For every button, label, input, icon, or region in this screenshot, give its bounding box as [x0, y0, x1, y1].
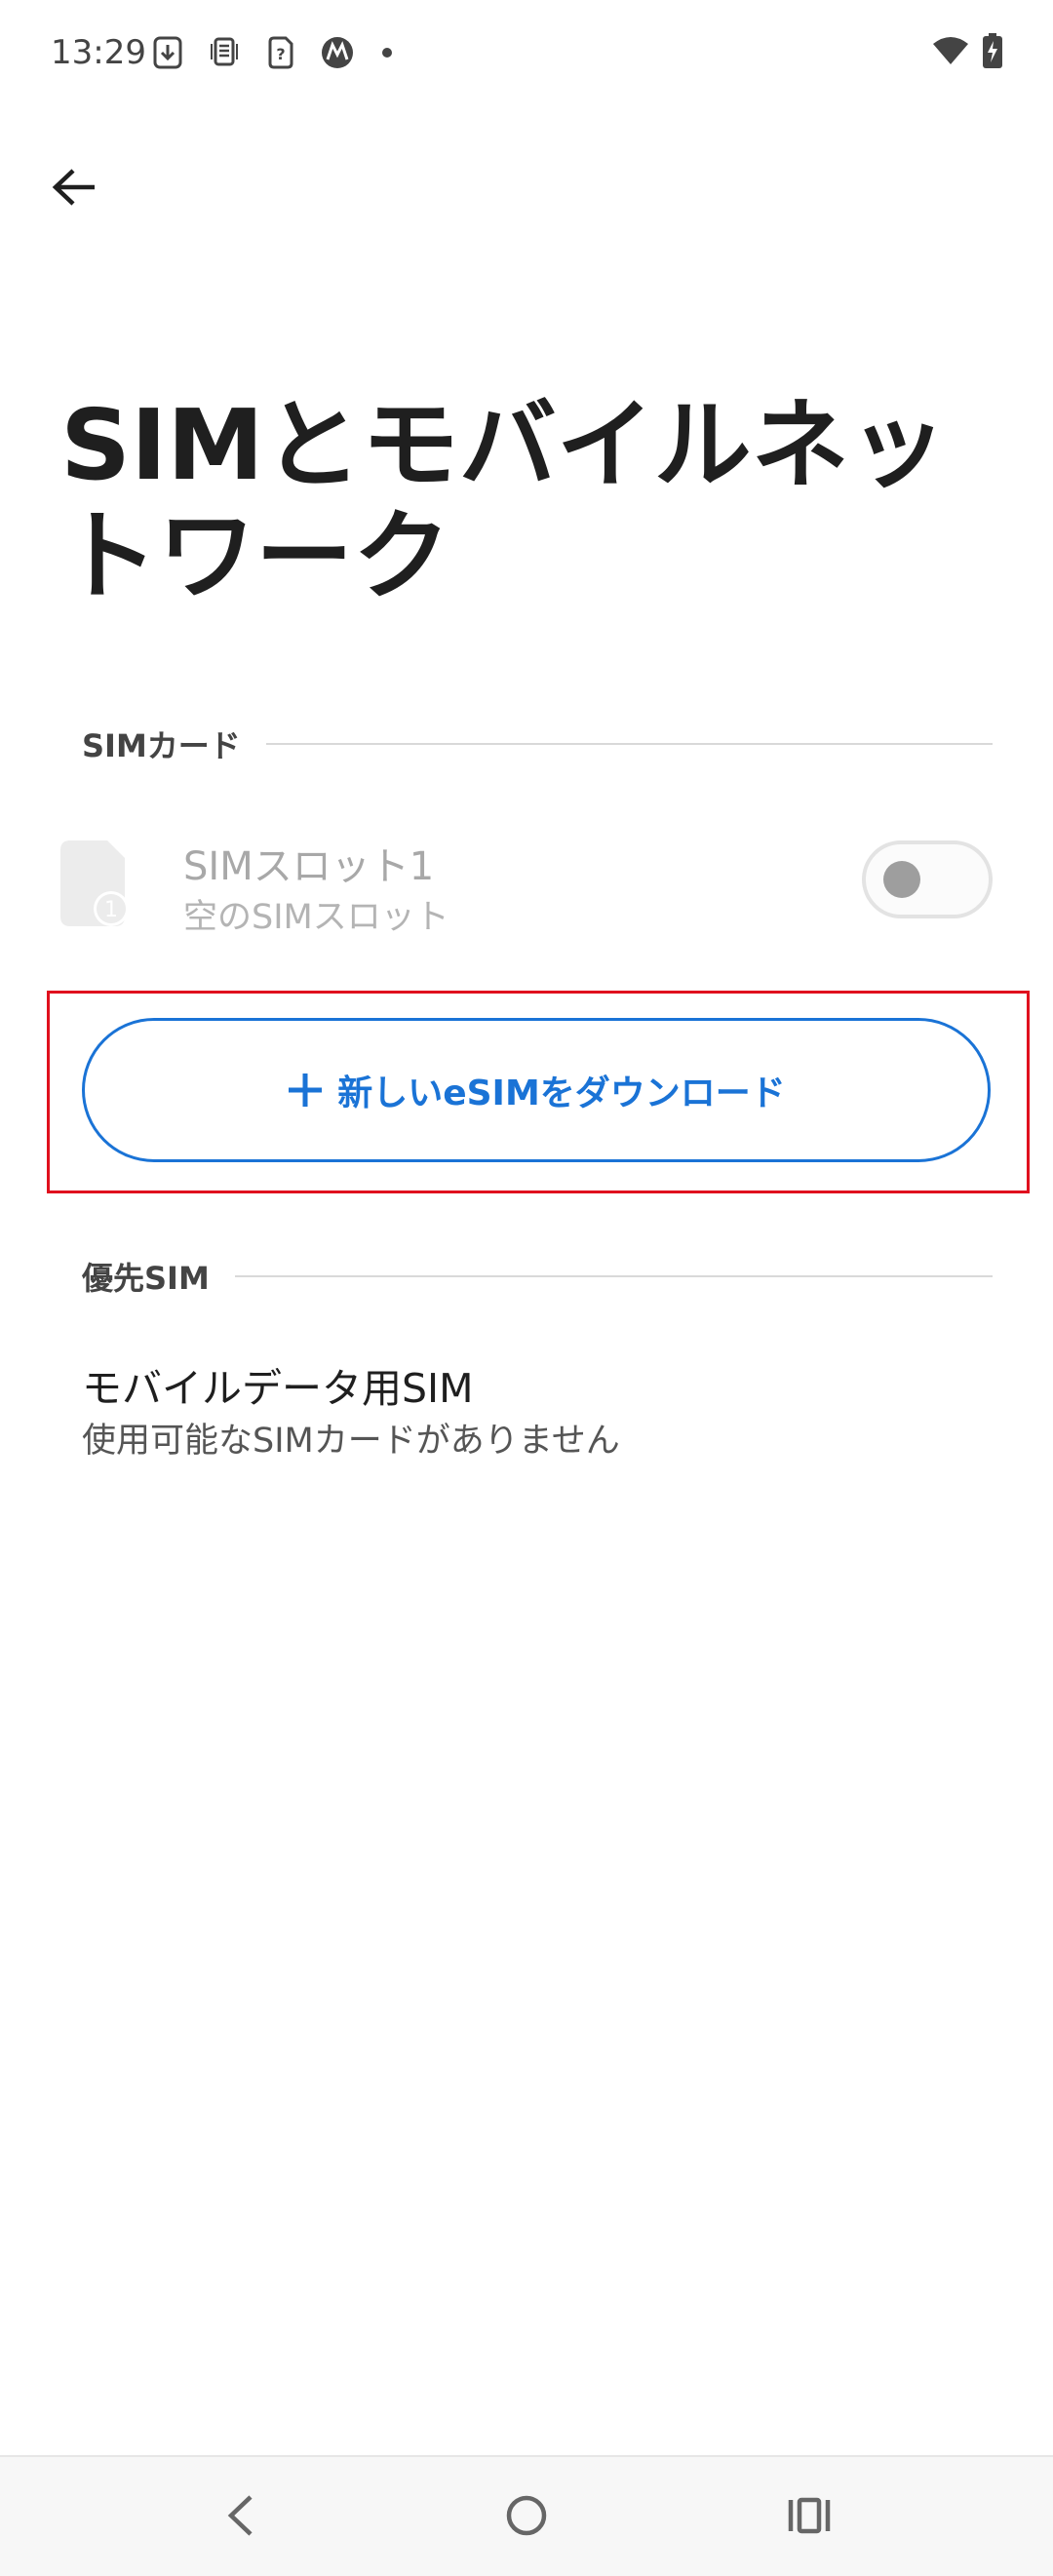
nav-home-button[interactable]	[495, 2484, 558, 2547]
sim-slot-title: SIMスロット1	[183, 844, 435, 889]
status-icons-left: ?	[148, 33, 392, 72]
arrow-left-icon	[52, 169, 95, 206]
sim-card-icon: 1	[60, 840, 133, 926]
nav-recents-icon	[788, 2497, 831, 2534]
back-button[interactable]	[43, 156, 105, 218]
sim-slot-toggle[interactable]	[862, 840, 993, 918]
mobile-data-sim-subtitle: 使用可能なSIMカードがありません	[82, 1422, 620, 1461]
mobile-data-sim-item[interactable]: モバイルデータ用SIM 使用可能なSIMカードがありません	[82, 1361, 989, 1466]
notification-dot	[382, 48, 392, 58]
download-esim-label: 新しいeSIMをダウンロード	[337, 1073, 786, 1113]
divider	[265, 743, 993, 745]
section-header-sim-cards: SIMカード	[82, 720, 993, 768]
mobile-data-sim-title: モバイルデータ用SIM	[82, 1365, 474, 1412]
plus-icon	[289, 1073, 323, 1107]
sim-slot-row: 1 SIMスロット1 空のSIMスロット	[60, 829, 994, 937]
section-label: SIMカード	[82, 727, 241, 764]
status-time: 13:29	[51, 33, 146, 72]
battery-charging-icon	[983, 33, 1002, 72]
sim-badge: 1	[104, 898, 118, 922]
nav-home-icon	[506, 2495, 547, 2536]
divider	[234, 1275, 993, 1277]
sim-slot-subtitle: 空のSIMスロット	[183, 898, 449, 937]
wifi-icon	[932, 36, 969, 69]
status-icons-right	[932, 33, 1002, 72]
download-esim-button[interactable]: 新しいeSIMをダウンロード	[82, 1018, 991, 1162]
section-label: 優先SIM	[82, 1260, 210, 1297]
status-bar: 13:29 ?	[0, 0, 1053, 107]
sim-activity-icon	[205, 33, 244, 72]
sim-unknown-icon: ?	[261, 33, 300, 72]
download-box-icon	[148, 33, 187, 72]
navigation-bar	[0, 2455, 1053, 2576]
motorola-logo-icon	[318, 33, 357, 72]
nav-recents-button[interactable]	[778, 2484, 840, 2547]
toggle-knob	[883, 861, 920, 898]
nav-back-button[interactable]	[209, 2484, 271, 2547]
nav-back-icon	[227, 2495, 253, 2536]
svg-text:?: ?	[276, 45, 285, 63]
section-header-preferred-sim: 優先SIM	[82, 1252, 993, 1301]
page-title: SIMとモバイルネットワーク	[60, 388, 947, 613]
